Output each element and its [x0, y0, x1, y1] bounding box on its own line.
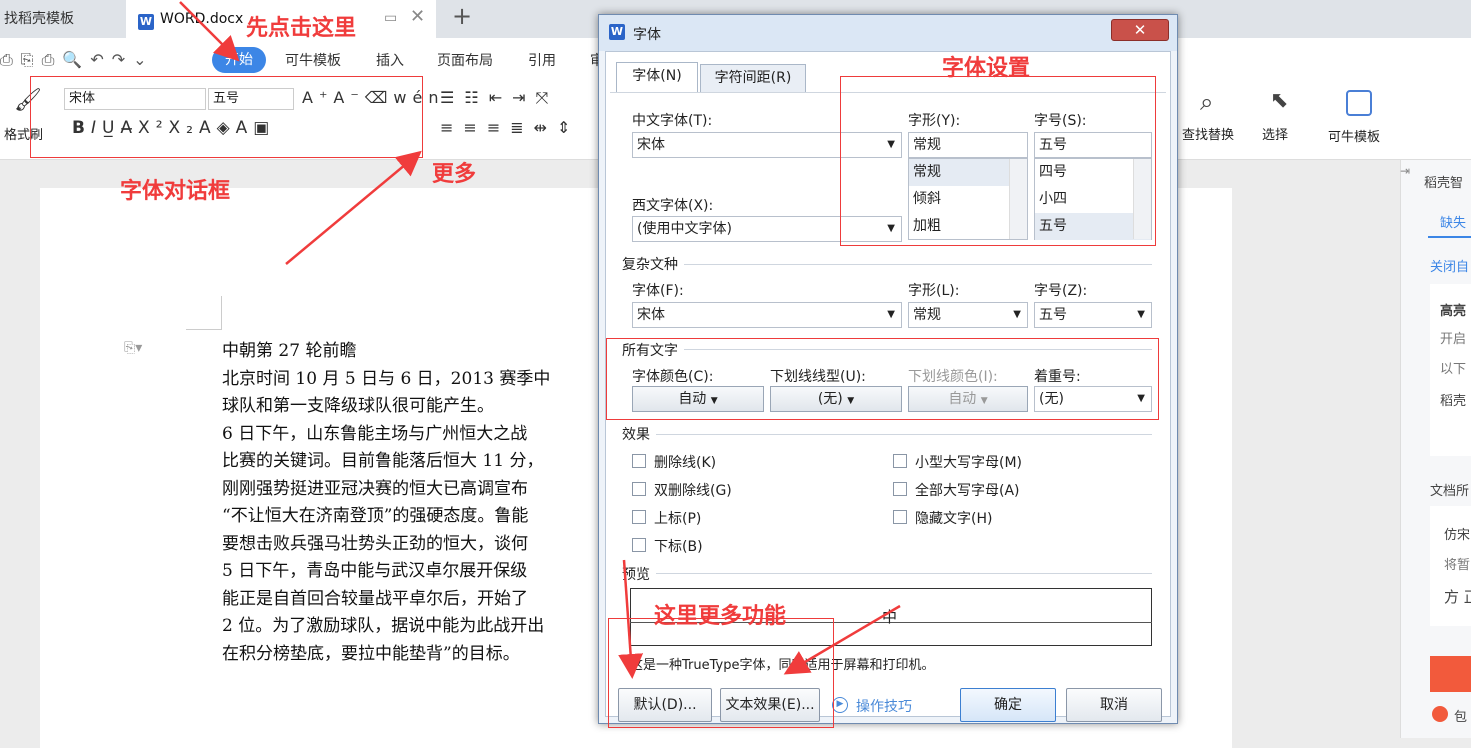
arrow-to-more [285, 150, 422, 265]
annotation-arrows [179, 1, 901, 679]
arrow-to-start [179, 1, 240, 62]
arrow-to-default [618, 559, 644, 679]
arrow-to-text-effect [783, 604, 901, 675]
